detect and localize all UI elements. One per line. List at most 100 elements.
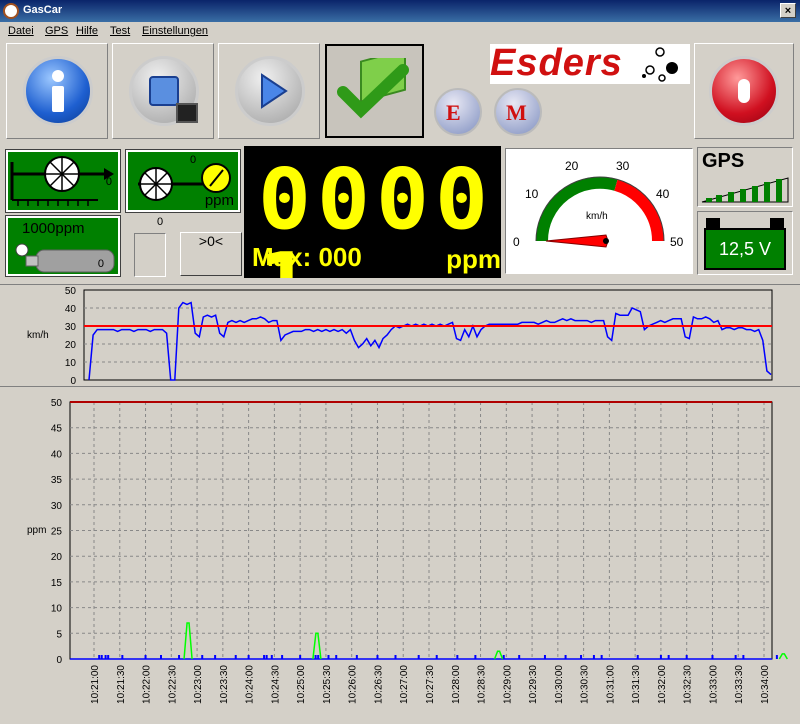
play-button[interactable] — [218, 43, 320, 139]
battery-status: 12,5 V — [697, 211, 793, 275]
ppm-xtick-label: 10:31:30 — [631, 665, 642, 704]
ppm-blue-point — [564, 655, 567, 659]
gps-signal-icon — [701, 177, 789, 203]
m-label: M — [506, 100, 527, 125]
ppm-unit-label: ppm — [204, 192, 234, 209]
ppm-blue-point — [355, 655, 358, 659]
ppm-xtick-label: 10:30:00 — [554, 665, 565, 704]
ppm-blue-point — [394, 655, 397, 659]
ppm-blue-point — [98, 655, 101, 659]
ppm-xtick-label: 10:21:00 — [90, 665, 101, 704]
menu-gps[interactable]: GPS — [45, 25, 68, 37]
speed-chart: 0 10 20 30 40 50 km/h — [0, 284, 800, 387]
ppm-blue-point — [263, 655, 266, 659]
m-button[interactable]: M — [494, 88, 542, 136]
ppm-xtick-label: 10:29:00 — [502, 665, 513, 704]
battery-voltage: 12,5 V — [704, 228, 786, 270]
ppm-blue-point — [214, 655, 217, 659]
app-icon — [3, 3, 19, 19]
logo-text: Esders — [490, 42, 623, 84]
display-unit: ppm — [446, 244, 501, 274]
pump-count: 0 — [105, 176, 112, 188]
ppm-ytick-label: 45 — [51, 424, 63, 435]
ppm-xtick-label: 10:24:30 — [270, 665, 281, 704]
ppm-xtick-label: 10:22:00 — [142, 665, 153, 704]
menu-bar: Datei GPS Hilfe Test Einstellungen — [0, 22, 800, 40]
ppm-xtick-label: 10:24:00 — [245, 665, 256, 704]
ppm-xtick-label: 10:28:00 — [451, 665, 462, 704]
cal-gas-count: 0 — [97, 258, 104, 270]
ppm-blue-point — [435, 655, 438, 659]
speed-ytick-label: 20 — [65, 340, 77, 351]
confirm-button[interactable] — [325, 44, 424, 138]
speed-ytick-label: 30 — [65, 322, 77, 333]
ppm-xtick-label: 10:28:30 — [477, 665, 488, 704]
ppm-ytick-label: 15 — [51, 578, 63, 589]
ppm-blue-point — [685, 655, 688, 659]
ppm-blue-point — [281, 655, 284, 659]
ppm-blue-point — [543, 655, 546, 659]
speed-tick-0: 0 — [513, 235, 520, 249]
ppm-ylabel: ppm — [27, 525, 46, 536]
ppm-ytick-label: 40 — [51, 449, 63, 460]
play-icon — [235, 56, 305, 126]
pump-icon — [10, 156, 114, 206]
ppm-ytick-label: 10 — [51, 604, 63, 615]
ppm-blue-point — [417, 655, 420, 659]
menu-test[interactable]: Test — [110, 25, 130, 37]
ppm-blue-point — [178, 655, 181, 659]
speed-ylabel: km/h — [27, 330, 49, 341]
menu-einstellungen[interactable]: Einstellungen — [142, 25, 208, 37]
speedometer-needle — [545, 234, 609, 248]
ppm-xtick-label: 10:25:30 — [322, 665, 333, 704]
ppm-blue-point — [265, 655, 268, 659]
ppm-blue-point — [711, 655, 714, 659]
ppm-blue-point — [104, 655, 107, 659]
ppm-blue-point — [474, 655, 477, 659]
ppm-blue-point — [314, 655, 317, 659]
title-bar: GasCar × — [0, 0, 800, 22]
ppm-blue-point — [636, 655, 639, 659]
ppm-chart: 0 5 10 15 20 25 30 35 40 45 50 ppm 10:21:00 10:21:30 1… — [0, 386, 800, 718]
menu-hilfe[interactable]: Hilfe — [76, 25, 98, 37]
ppm-ytick-label: 25 — [51, 527, 63, 538]
ppm-xtick-label: 10:27:00 — [399, 665, 410, 704]
ppm-blue-point — [667, 655, 670, 659]
speed-unit: km/h — [586, 211, 608, 222]
e-label: E — [446, 100, 461, 125]
ppm-blue-point — [456, 655, 459, 659]
menu-datei[interactable]: Datei — [8, 25, 34, 37]
ppm-chart-svg: 0 5 10 15 20 25 30 35 40 45 50 ppm 10:21:00 10:21:30 1… — [27, 398, 788, 704]
ppm-xtick-label: 10:30:30 — [580, 665, 591, 704]
ppm-ytick-label: 50 — [51, 398, 63, 409]
speed-ytick-label: 10 — [65, 358, 77, 369]
ppm-display: 0000 1 Max: 000 ppm — [244, 146, 501, 278]
zero-indicator — [134, 233, 166, 277]
stop-save-button[interactable] — [112, 43, 214, 139]
ppm-blue-point — [234, 655, 237, 659]
close-button[interactable]: × — [780, 3, 796, 18]
ppm-blue-point — [734, 655, 737, 659]
ppm-xtick-label: 10:27:30 — [425, 665, 436, 704]
ppm-xtick-label: 10:29:30 — [528, 665, 539, 704]
ppm-blue-point — [270, 655, 273, 659]
speedometer: 0 10 20 30 40 50 km/h — [505, 148, 693, 274]
speed-tick-20: 20 — [565, 159, 579, 173]
ppm-blue-point — [201, 655, 204, 659]
checkmark-icon — [337, 58, 409, 119]
e-button[interactable]: E — [434, 88, 482, 136]
zero-adjust-button[interactable]: >0< — [180, 232, 242, 276]
ppm-xtick-label: 10:32:30 — [683, 665, 694, 704]
window-title: GasCar — [23, 4, 63, 16]
power-button[interactable] — [694, 43, 794, 139]
ppm-blue-point — [100, 655, 103, 659]
ppm-blue-point — [144, 655, 147, 659]
ppm-xtick-label: 10:23:00 — [193, 665, 204, 704]
ppm-xtick-label: 10:32:00 — [657, 665, 668, 704]
ppm-ytick-label: 30 — [51, 501, 63, 512]
ppm-ytick-label: 0 — [56, 655, 62, 666]
ppm-gas-spike — [778, 653, 788, 660]
info-button[interactable] — [6, 43, 108, 139]
cal-gas-panel: 1000ppm 0 — [5, 215, 121, 277]
speed-ytick-label: 50 — [65, 286, 77, 297]
